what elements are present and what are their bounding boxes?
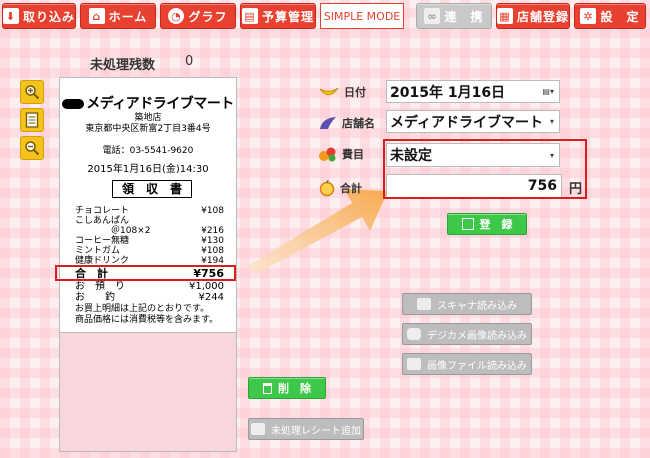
register-icon: [461, 218, 474, 230]
page-fit-icon: [25, 112, 39, 128]
add-unprocessed-receipt-button[interactable]: 未処理レシート追加: [248, 418, 364, 440]
gear-icon: ✲: [580, 8, 597, 24]
apple-icon: [319, 179, 335, 197]
chevron-down-icon: ▾: [549, 117, 554, 126]
banana-icon: [319, 87, 339, 96]
register-button[interactable]: 登 録: [447, 213, 527, 235]
simple-mode-button[interactable]: SIMPLE MODE: [320, 3, 404, 29]
unprocessed-count-label: 未処理残数: [90, 58, 156, 73]
receipt-image: メディアドライブマート 築地店 東京都中央区新富2丁目3番4号 電話：03-55…: [59, 77, 237, 333]
camera-import-button[interactable]: デジカメ画像読み込み: [402, 323, 532, 345]
store-logo: [62, 99, 85, 109]
budget-icon: ▤: [241, 8, 258, 24]
receipt-note: お買上明細は上記のとおりです。: [75, 304, 210, 314]
budget-button[interactable]: ▤ 予算管理: [240, 3, 316, 29]
zoom-out-icon: [25, 141, 40, 156]
store-register-button[interactable]: ▦ 店舗登録: [496, 3, 570, 29]
receipt-total-highlight: [55, 265, 236, 281]
shop-icon: ▦: [497, 8, 513, 24]
graph-button[interactable]: ◔ グラフ: [160, 3, 236, 29]
image-file-icon: [407, 358, 421, 370]
category-label: 費目: [318, 146, 364, 162]
delete-button[interactable]: 削 除: [248, 377, 326, 399]
download-icon: ⬇: [3, 8, 19, 24]
home-button[interactable]: ⌂ ホーム: [80, 3, 156, 29]
unprocessed-count-value: 0: [185, 54, 194, 69]
receipt-paid: お 預 り ¥1,000: [75, 281, 224, 292]
pie-chart-icon: ◔: [168, 8, 185, 24]
scanner-icon: [417, 298, 431, 310]
zoom-out-button[interactable]: [20, 136, 44, 160]
import-button[interactable]: ⬇ 取り込み: [2, 3, 76, 29]
receipt-change: お 釣 ¥244: [75, 292, 224, 303]
trash-icon: [263, 382, 272, 394]
camera-icon: [407, 328, 421, 340]
zoom-in-button[interactable]: [20, 80, 44, 104]
receipt-note: 商品価格には消費税等を含みます。: [75, 315, 219, 325]
calendar-dropdown-icon[interactable]: ▤▾: [542, 87, 554, 96]
settings-button[interactable]: ✲ 設 定: [574, 3, 646, 29]
link-button[interactable]: ∞ 連 携: [416, 3, 492, 29]
date-field[interactable]: 2015年 1月16日 ▤▾: [386, 80, 560, 103]
amount-highlight: [383, 139, 587, 199]
chain-link-icon: ∞: [424, 8, 441, 24]
fit-page-button[interactable]: [20, 108, 44, 132]
receipt-phone: 電話：03-5541-9620: [102, 146, 194, 156]
house-icon: ⌂: [88, 8, 105, 24]
add-receipt-icon: [251, 423, 265, 435]
receipt-branch: 築地店: [134, 113, 162, 123]
store-select[interactable]: メディアドライブマート ▾: [386, 110, 560, 133]
scanner-import-button[interactable]: スキャナ読み込み: [402, 293, 532, 315]
grape-icon: [320, 117, 336, 129]
receipt-heading: 領 収 書: [112, 180, 192, 198]
image-file-import-button[interactable]: 画像ファイル読み込み: [402, 353, 532, 375]
date-label: 日付: [318, 84, 366, 100]
receipt-store-name: メディアドライブマート: [60, 96, 236, 112]
fruits-icon: [319, 147, 336, 162]
store-label: 店舗名: [318, 115, 375, 131]
zoom-in-icon: [25, 85, 40, 100]
total-label: 合計: [318, 179, 362, 197]
receipt-address: 東京都中央区新富2丁目3番4号: [85, 124, 211, 134]
receipt-datetime: 2015年1月16日(金)14:30: [87, 164, 209, 175]
